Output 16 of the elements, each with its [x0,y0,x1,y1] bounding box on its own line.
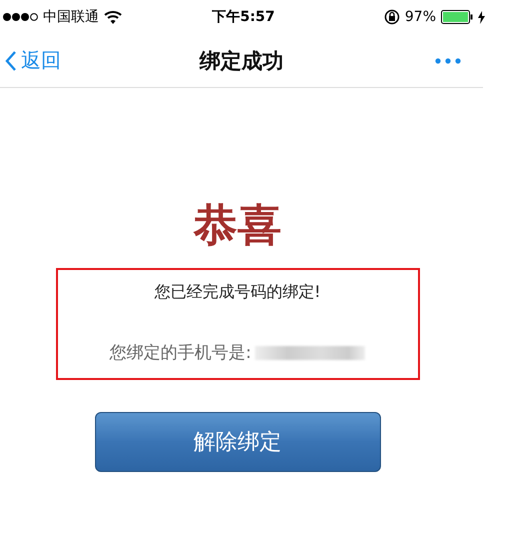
signal-icon [2,12,38,22]
unbind-button[interactable]: 解除绑定 [94,412,380,472]
more-icon[interactable] [435,58,461,64]
phone-label: 您绑定的手机号是: [110,342,252,364]
rotation-lock-icon [384,9,400,25]
battery-icon [441,10,473,24]
page-title: 绑定成功 [198,48,284,74]
battery-percent: 97% [404,9,436,25]
chevron-left-icon [5,50,17,72]
charging-icon [478,10,485,24]
status-time: 下午5:57 [212,9,275,25]
congrats-heading: 恭喜 [194,199,282,253]
back-button[interactable]: 返回 [0,47,120,74]
bind-complete-message: 您已经完成号码的绑定! [154,282,321,303]
wifi-icon [104,10,122,24]
carrier-name: 中国联通 [43,8,99,26]
